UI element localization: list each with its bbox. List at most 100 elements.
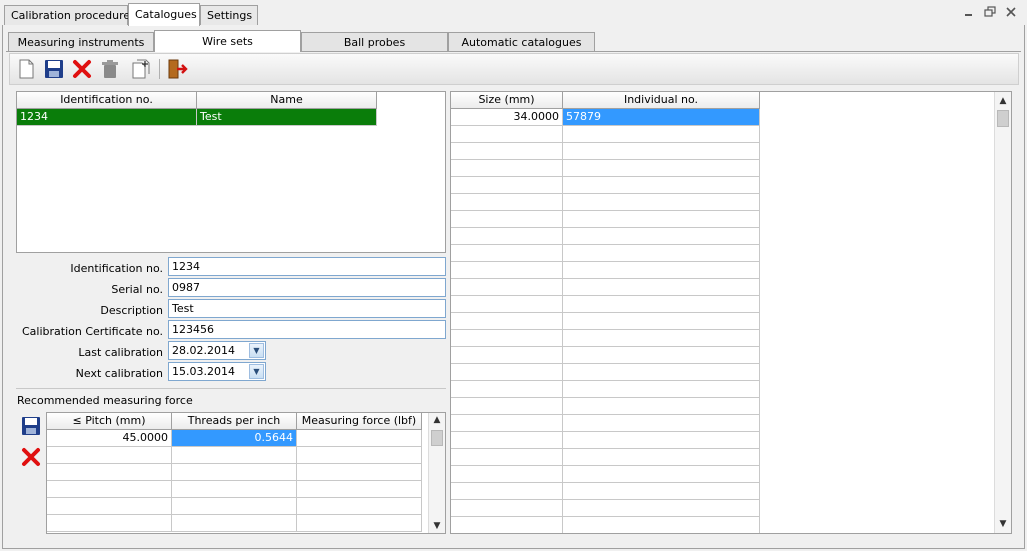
wire-row-cell[interactable] [563,381,760,398]
delete-icon[interactable] [21,447,41,467]
restore-icon[interactable] [983,5,997,19]
wire-row-cell[interactable] [451,381,563,398]
last-calibration-date-picker[interactable]: 28.02.2014 ▼ [168,341,266,360]
force-row-cell[interactable] [47,481,172,498]
wire-row-cell[interactable] [563,432,760,449]
force-row-cell[interactable] [297,447,422,464]
scrollbar-thumb[interactable] [431,430,443,446]
wire-row-cell[interactable] [451,143,563,160]
wire-row-cell[interactable] [451,517,563,533]
wire-row-cell[interactable] [563,211,760,228]
tab-catalogues[interactable]: Catalogues [128,3,200,26]
wire-row-cell[interactable] [451,364,563,381]
wires-table-scrollbar[interactable]: ▲ ▼ [994,92,1011,533]
wire-row-cell[interactable] [563,177,760,194]
wire-row-cell[interactable] [563,262,760,279]
identification-field[interactable]: 1234 [168,257,446,276]
chevron-up-icon[interactable]: ▲ [995,94,1011,108]
wire-row-cell[interactable] [451,466,563,483]
force-row-cell[interactable] [172,464,297,481]
wire-row-cell[interactable] [563,296,760,313]
minimize-icon[interactable] [962,5,976,19]
chevron-down-icon[interactable]: ▼ [429,519,445,533]
force-row-cell[interactable]: 0.5644 [172,430,297,447]
force-row-cell[interactable] [297,498,422,515]
wire-row-cell[interactable] [451,279,563,296]
wire-row-cell[interactable] [563,364,760,381]
wire-row-cell[interactable] [451,398,563,415]
wire-row-cell[interactable] [451,126,563,143]
wire-row-cell[interactable] [451,211,563,228]
chevron-down-icon[interactable]: ▼ [249,364,264,379]
force-row-cell[interactable] [172,481,297,498]
wire-row-cell[interactable] [563,517,760,533]
force-row-cell[interactable]: 45.0000 [47,430,172,447]
wire-row-cell[interactable] [563,398,760,415]
column-header-individual-no[interactable]: Individual no. [563,92,760,109]
delete-icon[interactable] [71,58,93,80]
subtab-wire-sets[interactable]: Wire sets [154,30,301,52]
wire-row-cell[interactable] [563,279,760,296]
force-row-cell[interactable] [172,447,297,464]
wire-row-cell[interactable] [451,483,563,500]
wire-row-cell[interactable] [563,330,760,347]
wire-row-cell[interactable] [563,160,760,177]
wire-row-cell[interactable] [451,449,563,466]
column-header-name[interactable]: Name [197,92,377,109]
wire-row-cell[interactable] [451,262,563,279]
wire-row-cell[interactable] [563,500,760,517]
column-header-threads[interactable]: Threads per inch [172,413,297,430]
chevron-down-icon[interactable]: ▼ [249,343,264,358]
wire-row-cell[interactable] [563,483,760,500]
serial-field[interactable]: 0987 [168,278,446,297]
wire-row-cell[interactable] [451,160,563,177]
wire-row-cell[interactable] [451,228,563,245]
tab-calibration-procedures[interactable]: Calibration procedures [4,5,136,25]
subtab-automatic-catalogues[interactable]: Automatic catalogues [448,32,595,51]
column-header-pitch[interactable]: ≤ Pitch (mm) [47,413,172,430]
exit-icon[interactable] [166,58,188,80]
force-row-cell[interactable] [47,515,172,532]
description-field[interactable]: Test [168,299,446,318]
next-calibration-date-picker[interactable]: 15.03.2014 ▼ [168,362,266,381]
force-row-cell[interactable] [297,515,422,532]
wire-row-cell[interactable] [451,330,563,347]
force-row-cell[interactable] [297,430,422,447]
trash-icon[interactable] [99,58,121,80]
force-row-cell[interactable] [47,498,172,515]
wire-row-cell[interactable] [451,347,563,364]
force-row-cell[interactable] [47,447,172,464]
wire-set-row-identification[interactable]: 1234 [17,109,197,126]
column-header-identification[interactable]: Identification no. [17,92,197,109]
force-row-cell[interactable] [172,498,297,515]
force-row-cell[interactable] [172,515,297,532]
wire-row-cell[interactable] [451,296,563,313]
wire-row-cell[interactable] [563,347,760,364]
wire-row-cell[interactable] [563,449,760,466]
wire-row-cell[interactable] [451,313,563,330]
wire-set-row-name[interactable]: Test [197,109,377,126]
certificate-field[interactable]: 123456 [168,320,446,339]
column-header-force[interactable]: Measuring force (lbf) [297,413,422,430]
tab-settings[interactable]: Settings [200,5,258,25]
wire-row-cell[interactable] [563,245,760,262]
column-header-size[interactable]: Size (mm) [451,92,563,109]
subtab-ball-probes[interactable]: Ball probes [301,32,448,51]
chevron-up-icon[interactable]: ▲ [429,413,445,427]
subtab-measuring-instruments[interactable]: Measuring instruments [8,32,154,51]
close-icon[interactable] [1004,5,1018,19]
force-row-cell[interactable] [47,464,172,481]
wire-row-cell[interactable] [563,126,760,143]
wire-row-cell[interactable] [451,432,563,449]
wire-row-cell[interactable] [451,245,563,262]
force-row-cell[interactable] [297,481,422,498]
wire-row-cell[interactable] [563,313,760,330]
force-row-cell[interactable] [297,464,422,481]
wire-row-cell[interactable] [451,500,563,517]
new-icon[interactable] [15,58,37,80]
wire-row-cell[interactable] [563,466,760,483]
copy-icon[interactable] [130,58,152,80]
wire-row-cell[interactable]: 34.0000 [451,109,563,126]
save-icon[interactable] [21,416,41,436]
wire-row-cell[interactable] [451,177,563,194]
